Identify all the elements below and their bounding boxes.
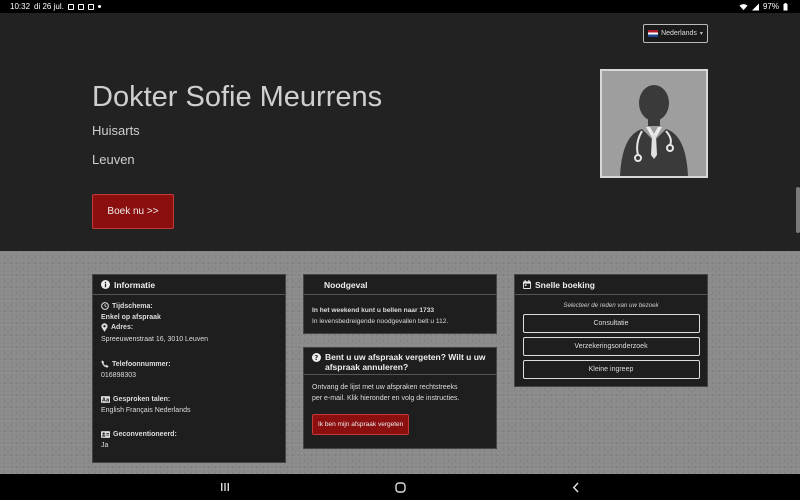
convention-value: Ja <box>101 442 109 449</box>
status-right: 97% <box>739 2 788 11</box>
camera-notification-icon <box>67 3 74 10</box>
emergency-weekend-line: In het weekend kunt u bellen naar 1733 <box>312 307 435 314</box>
emergency-card-title: Noodgeval <box>324 279 368 290</box>
calendar-icon <box>523 280 531 289</box>
language-icon: Aa <box>101 396 110 403</box>
forgot-appointment-card: ? Bent u uw afspraak vergeten? Wilt u uw… <box>303 347 497 449</box>
quick-booking-title: Snelle boeking <box>535 279 595 290</box>
status-left: 10:32 di 26 jul. <box>10 2 101 11</box>
wifi-icon <box>739 3 748 10</box>
email-notification-icon <box>87 3 94 10</box>
main-content: Informatie Tijdschema: Enkel op afspraak… <box>0 251 800 474</box>
doctor-avatar <box>600 69 708 178</box>
chevron-down-icon: ▾ <box>699 31 703 37</box>
doctor-silhouette-icon <box>602 71 706 176</box>
dutch-flag-icon <box>648 30 659 37</box>
language-label: Nederlands <box>661 30 697 37</box>
address-label-row: Adres: <box>101 323 277 332</box>
address-value: Spreeuwenstraat 16, 3010 Leuven <box>101 336 209 343</box>
emergency-card-header: Noodgeval <box>304 275 496 295</box>
reason-minor-procedure-button[interactable]: Kleine ingreep <box>522 360 700 379</box>
svg-text:?: ? <box>314 354 318 362</box>
quick-booking-header: Snelle boeking <box>515 275 707 295</box>
info-card-header: Informatie <box>93 275 285 295</box>
forgot-text-line1: Ontvang de lijst met uw afspraken rechts… <box>312 384 458 391</box>
schedule-label-row: Tijdschema: <box>101 302 277 310</box>
languages-value: English Français Nederlands <box>101 407 191 414</box>
convention-label-row: Geconventioneerd: <box>101 431 277 438</box>
forgot-appointment-button[interactable]: Ik ben mijn afspraak vergeten <box>312 414 410 435</box>
reason-prompt: Selecteer de reden van uw bezoek <box>563 302 659 309</box>
svg-text:a: a <box>106 397 109 403</box>
emergency-card: Noodgeval In het weekend kunt u bellen n… <box>303 274 497 334</box>
emergency-112-line: In levensbedreigende noodgevallen belt u… <box>312 318 449 325</box>
battery-percent: 97% <box>762 2 779 11</box>
schedule-value: Enkel op afspraak <box>101 314 161 321</box>
info-icon <box>101 280 110 289</box>
forgot-card-title: Bent u uw afspraak vergeten? Wilt u uw a… <box>325 352 486 372</box>
info-card: Informatie Tijdschema: Enkel op afspraak… <box>92 274 286 463</box>
forgot-card-body: Ontvang de lijst met uw afspraken rechts… <box>304 375 496 442</box>
doctor-header: Nederlands ▾ Dokter Sofie Meurrens Huisa… <box>0 13 800 251</box>
back-chevron-icon <box>572 481 579 493</box>
home-button[interactable] <box>392 480 408 494</box>
status-time: 10:32 <box>10 2 31 11</box>
system-navigation-bar <box>0 474 800 500</box>
scrollbar[interactable] <box>796 187 800 233</box>
forgot-text-line2: per e-mail. Klik hieronder en volg de in… <box>312 395 460 402</box>
convention-section: Geconventioneerd: Ja <box>101 431 277 451</box>
quick-booking-body: Selecteer de reden van uw bezoek Consult… <box>515 295 707 389</box>
more-notifications-icon <box>97 5 101 8</box>
status-date: di 26 jul. <box>34 2 64 11</box>
phone-label: Telefoonnummer: <box>112 360 171 368</box>
status-bar: 10:32 di 26 jul. 97% <box>0 0 800 13</box>
signal-icon <box>751 3 759 10</box>
recent-apps-icon <box>221 483 229 491</box>
id-card-icon <box>101 431 110 438</box>
clock-icon <box>101 302 109 310</box>
info-card-body: Tijdschema: Enkel op afspraak Adres: Spr… <box>93 295 285 467</box>
location-pin-icon <box>101 323 108 332</box>
app-notification-icon <box>77 3 84 10</box>
languages-label-row: Aa Gesproken talen: <box>101 396 277 403</box>
forgot-title-line2: afspraak annuleren? <box>325 362 409 372</box>
forgot-card-header: ? Bent u uw afspraak vergeten? Wilt u uw… <box>304 348 496 375</box>
address-label: Adres: <box>111 324 134 331</box>
phone-value[interactable]: 016898303 <box>101 370 277 381</box>
home-icon <box>394 481 406 493</box>
reason-insurance-exam-button[interactable]: Verzekeringsonderzoek <box>522 337 700 356</box>
emergency-card-body: In het weekend kunt u bellen naar 1733 I… <box>304 295 496 334</box>
phone-section: Telefoonnummer: 016898303 <box>101 360 277 381</box>
quick-booking-card: Snelle boeking Selecteer de reden van uw… <box>514 274 708 387</box>
languages-label: Gesproken talen: <box>113 396 171 403</box>
question-circle-icon: ? <box>312 353 321 362</box>
doctor-city: Leuven <box>92 152 135 167</box>
battery-icon <box>783 2 788 10</box>
info-card-title: Informatie <box>114 279 156 290</box>
reason-consultation-button[interactable]: Consultatie <box>522 314 700 333</box>
phone-icon <box>101 360 109 368</box>
doctor-specialty: Huisarts <box>92 123 140 138</box>
doctor-name: Dokter Sofie Meurrens <box>92 81 383 113</box>
forgot-title-line1: Bent u uw afspraak vergeten? Wilt u uw <box>325 352 486 362</box>
back-button[interactable] <box>568 480 584 494</box>
convention-label: Geconventioneerd: <box>113 431 177 438</box>
phone-label-row: Telefoonnummer: <box>101 360 277 368</box>
languages-section: Aa Gesproken talen: English Français Ned… <box>101 396 277 416</box>
schedule-section: Tijdschema: Enkel op afspraak Adres: Spr… <box>101 302 277 345</box>
recent-apps-button[interactable] <box>217 480 233 494</box>
language-selector[interactable]: Nederlands ▾ <box>643 24 708 43</box>
book-now-button[interactable]: Boek nu >> <box>92 194 174 229</box>
schedule-label: Tijdschema: <box>112 302 153 310</box>
